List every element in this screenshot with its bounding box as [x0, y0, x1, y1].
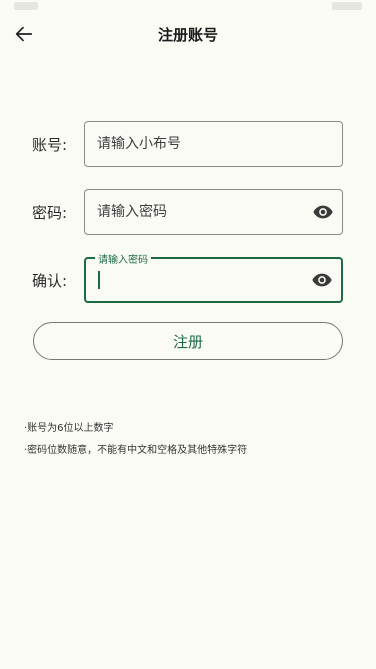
status-bar-time: [14, 2, 38, 10]
password-visibility-toggle[interactable]: [312, 201, 334, 223]
password-label: 密码:: [32, 204, 68, 222]
password-input[interactable]: [97, 190, 297, 234]
confirm-label: 确认:: [32, 272, 68, 290]
password-field-box: [84, 189, 343, 235]
confirm-field-box: 请输入密码: [84, 251, 343, 303]
header: 注册账号: [0, 14, 376, 56]
confirm-visibility-toggle[interactable]: [311, 269, 333, 291]
register-button[interactable]: 注册: [33, 322, 343, 360]
status-bar: [0, 0, 376, 14]
tips-list: ·账号为6位以上数字 ·密码位数随意，不能有中文和空格及其他特殊字符: [24, 418, 247, 462]
confirm-password-input[interactable]: [101, 259, 301, 303]
register-page: 注册账号 账号: 密码: 确认: 请输入密码: [0, 0, 376, 669]
eye-icon: [312, 273, 332, 287]
eye-icon: [313, 205, 333, 219]
account-input[interactable]: [97, 122, 297, 166]
account-label: 账号:: [32, 136, 68, 154]
status-bar-indicators: [332, 2, 362, 10]
tip-account-rule: ·账号为6位以上数字: [24, 423, 114, 434]
account-field-box: [84, 121, 343, 167]
text-cursor: [98, 271, 100, 289]
tip-password-rule: ·密码位数随意，不能有中文和空格及其他特殊字符: [24, 445, 248, 456]
page-title: 注册账号: [157, 26, 218, 44]
